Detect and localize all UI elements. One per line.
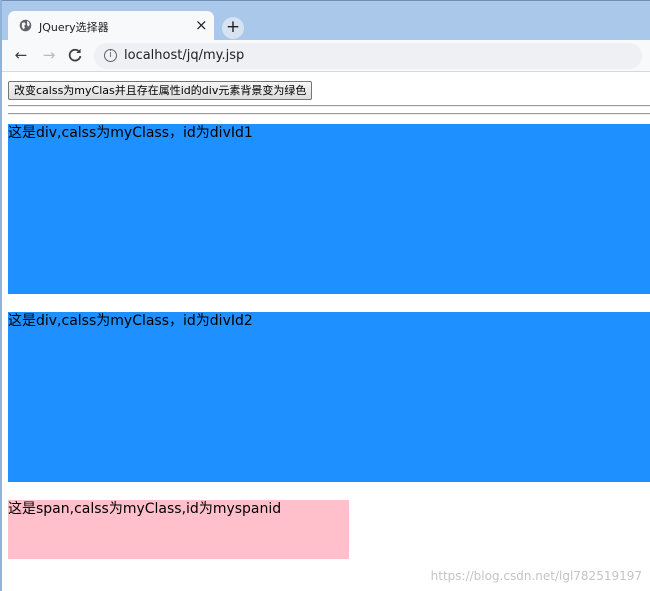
- change-background-button[interactable]: 改变calss为myClas并且存在属性id的div元素背景变为绿色: [8, 81, 313, 100]
- browser-window: JQuery选择器 × + ← → i localhost/jq/my.jsp …: [0, 0, 650, 591]
- back-arrow-icon[interactable]: ←: [10, 44, 32, 66]
- globe-icon: [19, 19, 32, 32]
- new-tab-button[interactable]: +: [222, 17, 244, 39]
- tab-strip: JQuery选择器 × +: [2, 0, 650, 41]
- watermark: https://blog.csdn.net/lgl782519197: [430, 569, 642, 583]
- forward-arrow-icon[interactable]: →: [38, 44, 60, 66]
- browser-toolbar: ← → i localhost/jq/my.jsp: [2, 40, 650, 72]
- reload-glyph: [68, 48, 82, 62]
- horizontal-rule: [8, 105, 650, 107]
- div-block-divId1: 这是div,calss为myClass，id为divId1: [8, 124, 650, 294]
- span-block-myspanid: 这是span,calss为myClass,id为myspanid: [8, 500, 349, 559]
- horizontal-rule: [8, 113, 650, 115]
- address-bar[interactable]: i localhost/jq/my.jsp: [94, 43, 642, 69]
- close-icon[interactable]: ×: [195, 16, 208, 34]
- div-block-divId2: 这是div,calss为myClass，id为divId2: [8, 312, 650, 482]
- info-icon[interactable]: i: [104, 49, 117, 62]
- active-tab[interactable]: JQuery选择器 ×: [8, 11, 214, 41]
- page-content: 改变calss为myClas并且存在属性id的div元素背景变为绿色 这是div…: [2, 73, 650, 591]
- reload-icon[interactable]: [64, 44, 86, 66]
- tab-title: JQuery选择器: [39, 21, 109, 34]
- url-text[interactable]: localhost/jq/my.jsp: [124, 48, 244, 63]
